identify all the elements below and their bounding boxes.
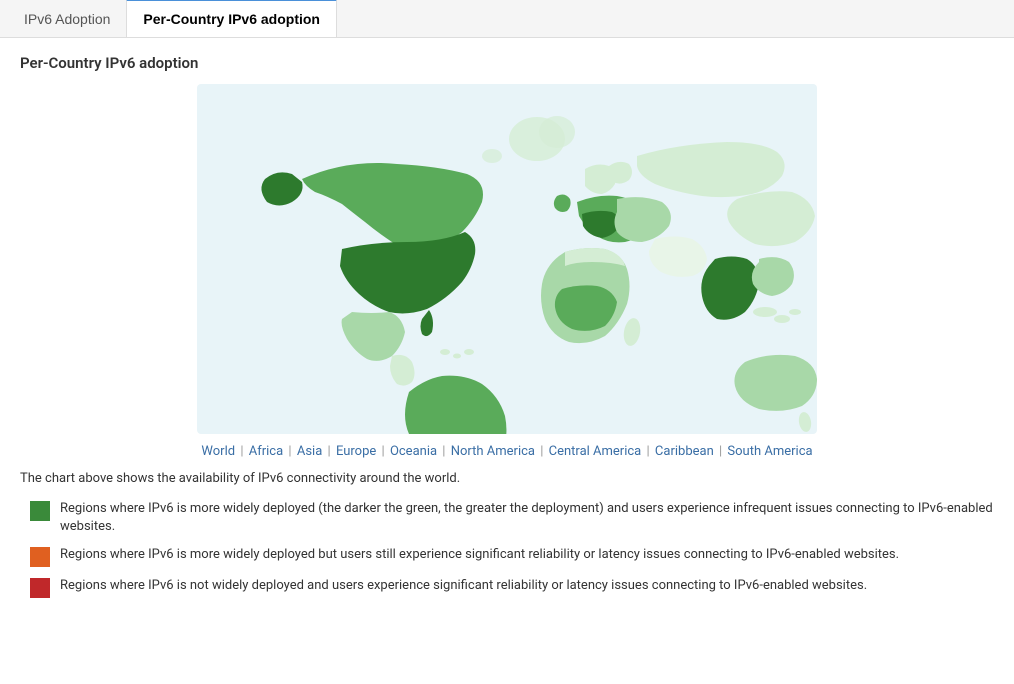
region-link-europe[interactable]: Europe bbox=[336, 444, 376, 459]
legend-item-red: Regions where IPv6 is not widely deploye… bbox=[30, 577, 994, 598]
region-link-oceania[interactable]: Oceania bbox=[390, 444, 437, 459]
region-link-south-america[interactable]: South America bbox=[727, 444, 812, 459]
tab-ipv6-adoption[interactable]: IPv6 Adoption bbox=[8, 0, 126, 37]
region-link-caribbean[interactable]: Caribbean bbox=[655, 444, 714, 459]
region-link-asia[interactable]: Asia bbox=[297, 444, 322, 459]
legend-color-green bbox=[30, 501, 50, 521]
chart-description: The chart above shows the availability o… bbox=[20, 471, 994, 486]
world-map bbox=[197, 84, 817, 434]
legend-item-orange: Regions where IPv6 is more widely deploy… bbox=[30, 546, 994, 567]
legend-text-orange: Regions where IPv6 is more widely deploy… bbox=[60, 546, 899, 564]
legend-color-orange bbox=[30, 547, 50, 567]
region-link-africa[interactable]: Africa bbox=[249, 444, 283, 459]
region-link-north-america[interactable]: North America bbox=[451, 444, 535, 459]
page-title: Per-Country IPv6 adoption bbox=[20, 54, 994, 72]
legend-item-green: Regions where IPv6 is more widely deploy… bbox=[30, 500, 994, 536]
region-link-central-america[interactable]: Central America bbox=[549, 444, 642, 459]
map-container bbox=[20, 84, 994, 434]
main-content: Per-Country IPv6 adoption bbox=[0, 38, 1014, 614]
region-links: World | Africa | Asia | Europe | Oceania… bbox=[20, 444, 994, 459]
tab-bar: IPv6 Adoption Per-Country IPv6 adoption bbox=[0, 0, 1014, 38]
legend: Regions where IPv6 is more widely deploy… bbox=[20, 500, 994, 598]
tab-per-country[interactable]: Per-Country IPv6 adoption bbox=[126, 0, 337, 37]
legend-text-green: Regions where IPv6 is more widely deploy… bbox=[60, 500, 994, 536]
legend-color-red bbox=[30, 578, 50, 598]
legend-text-red: Regions where IPv6 is not widely deploye… bbox=[60, 577, 867, 595]
region-link-world[interactable]: World bbox=[201, 444, 235, 459]
